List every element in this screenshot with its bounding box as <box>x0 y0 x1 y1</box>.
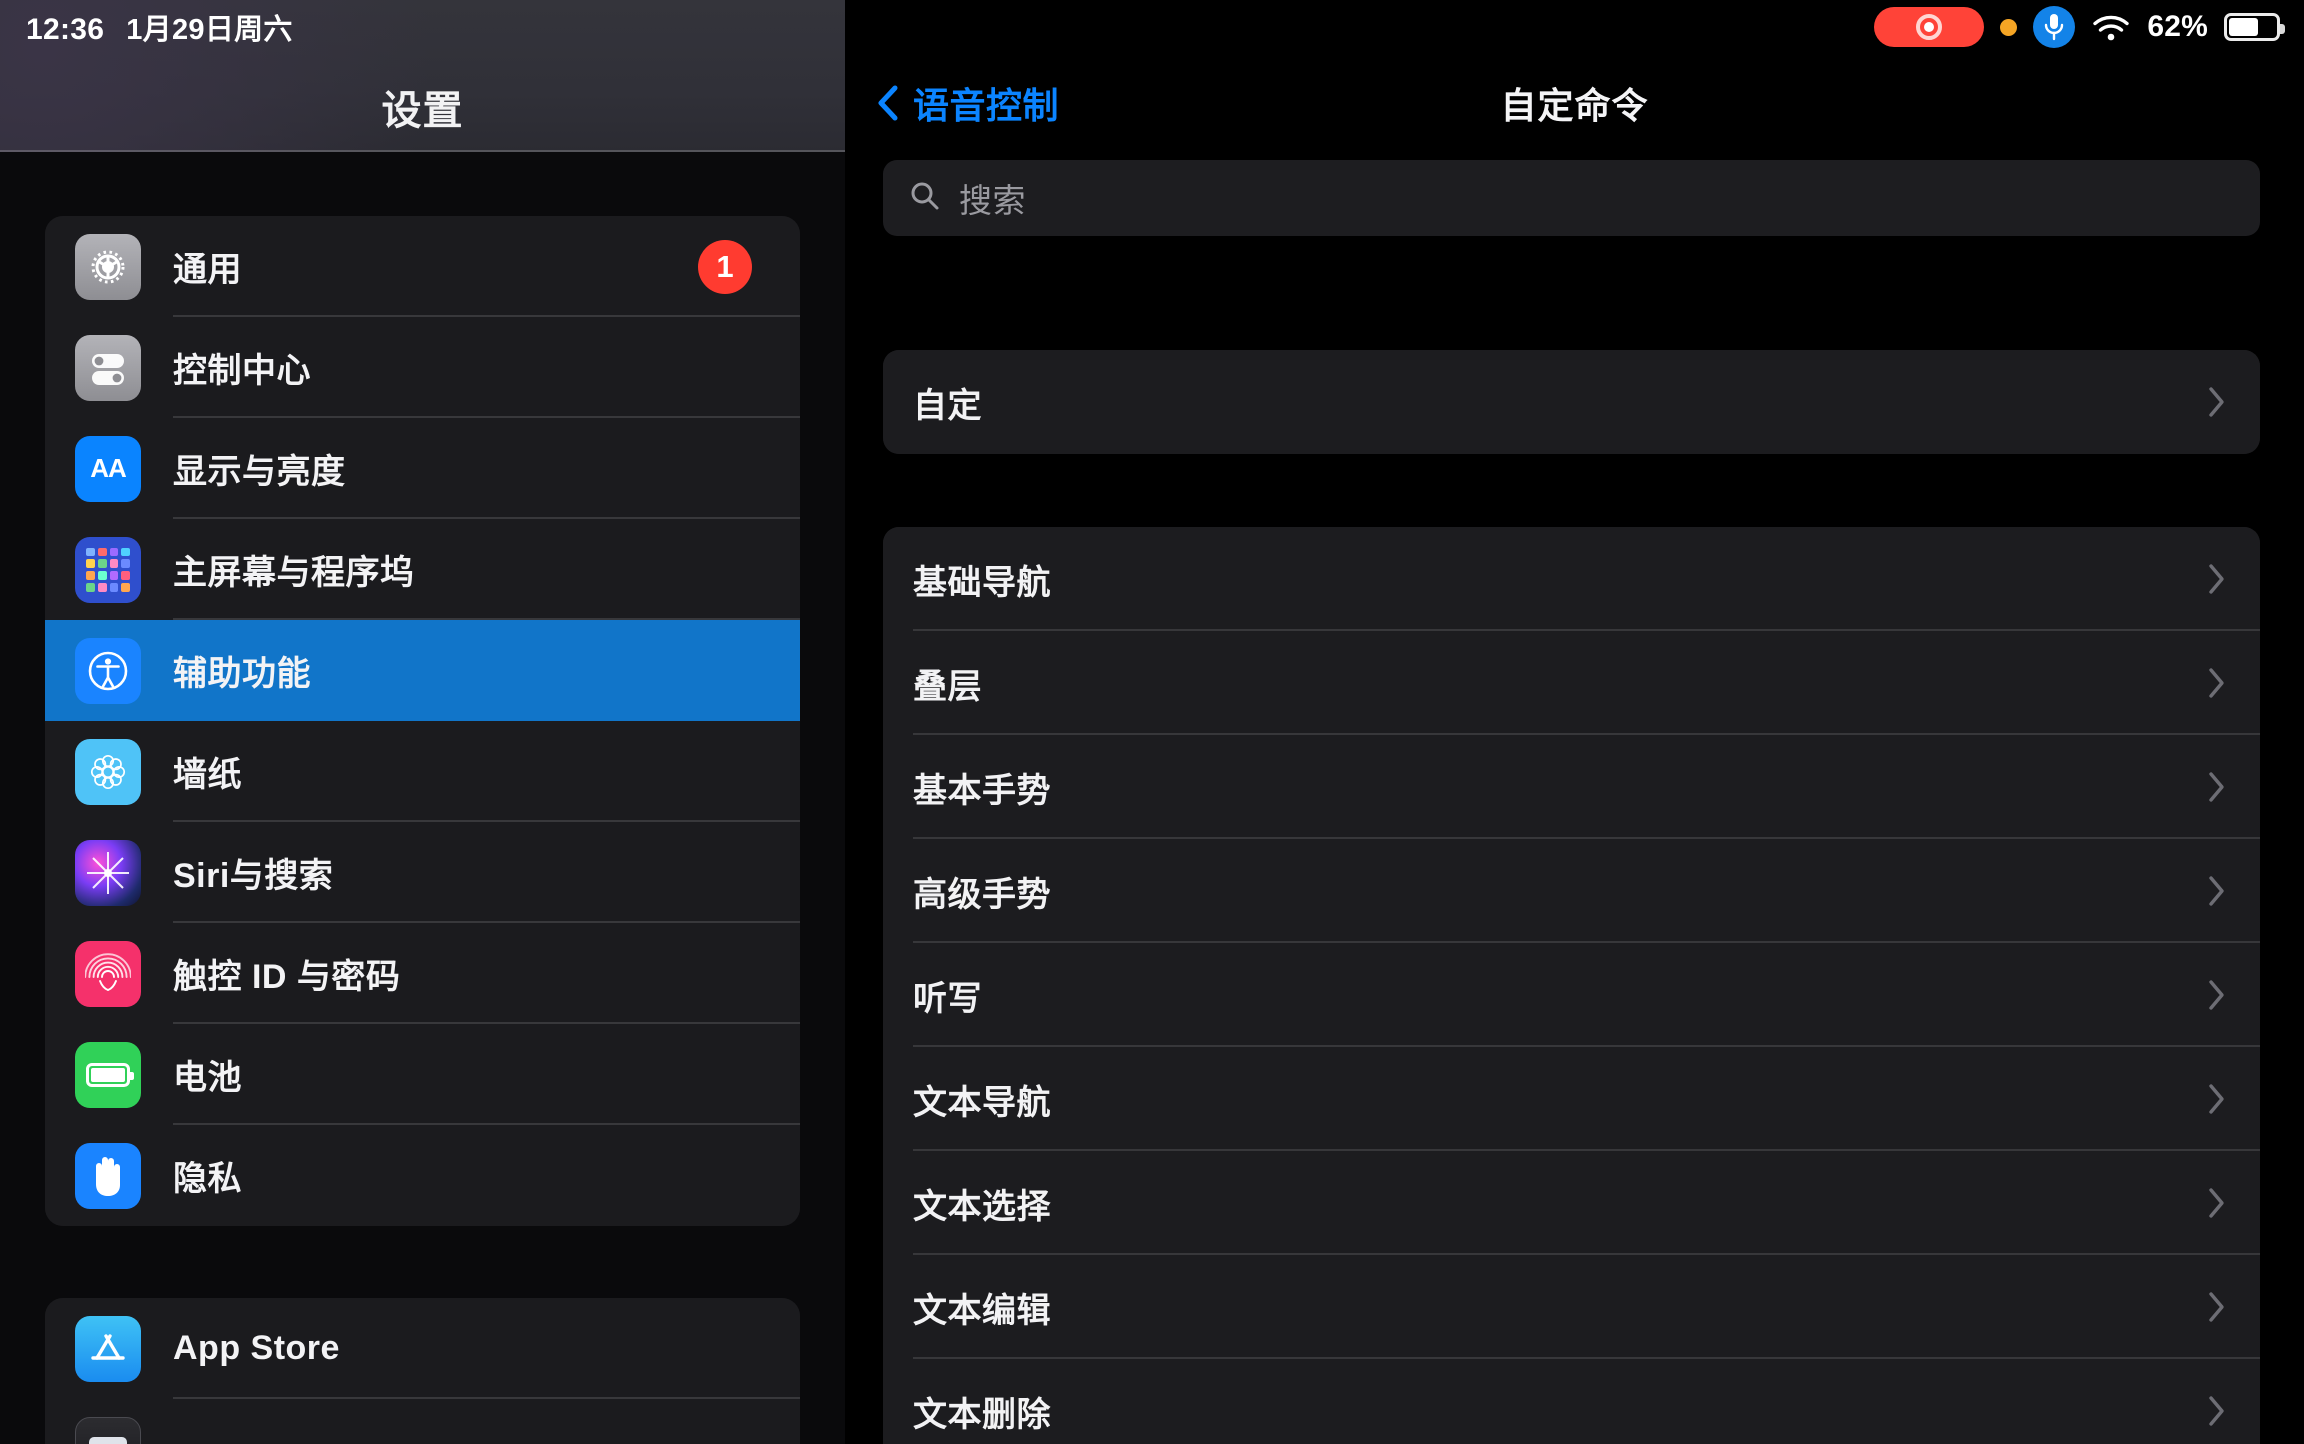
list-item-label: 听写 <box>913 979 982 1018</box>
list-item-基础导航[interactable]: 基础导航 <box>883 527 2260 631</box>
list-item-自定[interactable]: 自定 <box>883 350 2260 454</box>
privacy-hand-icon <box>75 1142 141 1209</box>
touch-id-icon <box>75 940 141 1007</box>
sidebar-title: 设置 <box>381 89 464 133</box>
sidebar-scroll-area[interactable]: 通用 1 控制中心 AA 显示与亮度主屏幕与程序坞 辅助功能墙纸 Siri与搜索触控 ID … <box>0 152 845 1444</box>
wallet-icon <box>75 1416 141 1444</box>
detail-panel: 语音控制 自定命令 搜索 自定 基础导航叠层基本手势高级手势听写文本导航文本选择… <box>845 0 2304 1444</box>
sidebar-group-apps: App Store <box>45 1298 800 1444</box>
sidebar-item-App Store[interactable]: App Store <box>45 1298 800 1399</box>
list-item-label: 基本手势 <box>913 771 1051 810</box>
list-item-文本导航[interactable]: 文本导航 <box>883 1047 2260 1151</box>
wallpaper-icon <box>75 738 141 805</box>
gear-icon <box>75 233 141 300</box>
search-icon <box>909 180 941 217</box>
custom-commands-card: 自定 <box>883 350 2260 454</box>
battery-icon <box>75 1041 141 1108</box>
sidebar-item-显示与亮度[interactable]: AA 显示与亮度 <box>45 418 800 519</box>
app-store-icon <box>75 1315 141 1382</box>
page-title: 自定命令 <box>1500 85 1649 126</box>
sidebar-header: 设置 <box>0 0 845 152</box>
sidebar-item-触控 ID 与密码[interactable]: 触控 ID 与密码 <box>45 923 800 1024</box>
list-item-文本选择[interactable]: 文本选择 <box>883 1151 2260 1255</box>
sidebar-item-墙纸[interactable]: 墙纸 <box>45 721 800 822</box>
list-item-基本手势[interactable]: 基本手势 <box>883 735 2260 839</box>
sidebar-item-隐私[interactable]: 隐私 <box>45 1125 800 1226</box>
search-bar[interactable]: 搜索 <box>883 160 2260 236</box>
chevron-right-icon <box>2208 1291 2226 1323</box>
ipad-settings-screen: 12:36 1月29日周六 62% 设置 通用 1 控制中心 AA 显示与亮度 … <box>0 0 2304 1444</box>
sidebar-item-label: 墙纸 <box>173 756 242 794</box>
sidebar-item-Siri与搜索[interactable]: Siri与搜索 <box>45 822 800 923</box>
sidebar-item-label: 主屏幕与程序坞 <box>173 554 415 592</box>
chevron-right-icon <box>2208 667 2226 699</box>
sidebar-item-label: 辅助功能 <box>173 655 311 693</box>
list-item-label: 文本导航 <box>913 1083 1051 1122</box>
sidebar-item-label: 控制中心 <box>173 352 311 390</box>
list-item-文本删除[interactable]: 文本删除 <box>883 1359 2260 1444</box>
list-item-文本编辑[interactable]: 文本编辑 <box>883 1255 2260 1359</box>
list-item-label: 文本编辑 <box>913 1291 1051 1330</box>
list-item-label: 文本删除 <box>913 1395 1051 1434</box>
sidebar-item-通用[interactable]: 通用 1 <box>45 216 800 317</box>
sidebar-item-wallet[interactable] <box>45 1399 800 1444</box>
control-center-icon <box>75 334 141 401</box>
list-item-label: 基础导航 <box>913 563 1051 602</box>
list-item-叠层[interactable]: 叠层 <box>883 631 2260 735</box>
chevron-right-icon <box>2208 1187 2226 1219</box>
sidebar-item-label: 隐私 <box>173 1160 242 1198</box>
sidebar-item-label: 通用 <box>173 251 242 289</box>
chevron-right-icon <box>2208 771 2226 803</box>
siri-icon <box>75 839 141 906</box>
sidebar-item-label: 显示与亮度 <box>173 453 346 491</box>
chevron-right-icon <box>2208 386 2226 418</box>
settings-sidebar: 设置 通用 1 控制中心 AA 显示与亮度主屏幕与程序坞 辅助功能墙纸 Siri与搜索触控 … <box>0 0 845 1444</box>
sidebar-group-system: 通用 1 控制中心 AA 显示与亮度主屏幕与程序坞 辅助功能墙纸 Siri与搜索触控 ID … <box>45 216 800 1226</box>
chevron-right-icon <box>2208 1395 2226 1427</box>
sidebar-item-label: 电池 <box>173 1059 242 1097</box>
display-brightness-icon: AA <box>75 435 141 502</box>
sidebar-item-label: 触控 ID 与密码 <box>173 958 401 996</box>
sidebar-item-主屏幕与程序坞[interactable]: 主屏幕与程序坞 <box>45 519 800 620</box>
accessibility-icon <box>75 637 141 704</box>
list-item-高级手势[interactable]: 高级手势 <box>883 839 2260 943</box>
list-item-label: 文本选择 <box>913 1187 1051 1226</box>
chevron-right-icon <box>2208 875 2226 907</box>
sidebar-item-label: Siri与搜索 <box>173 857 334 895</box>
chevron-right-icon <box>2208 1083 2226 1115</box>
list-item-label: 自定 <box>913 386 982 425</box>
search-placeholder: 搜索 <box>959 182 1026 219</box>
list-item-label: 高级手势 <box>913 875 1051 914</box>
sidebar-item-label: App Store <box>173 1329 340 1367</box>
list-item-听写[interactable]: 听写 <box>883 943 2260 1047</box>
chevron-right-icon <box>2208 979 2226 1011</box>
search-input[interactable]: 搜索 <box>883 160 2260 236</box>
sidebar-item-辅助功能[interactable]: 辅助功能 <box>45 620 800 721</box>
command-categories-card: 基础导航叠层基本手势高级手势听写文本导航文本选择文本编辑文本删除 <box>883 527 2260 1444</box>
chevron-right-icon <box>2208 563 2226 595</box>
home-screen-dock-icon <box>75 536 141 603</box>
sidebar-item-电池[interactable]: 电池 <box>45 1024 800 1125</box>
notification-badge: 1 <box>698 239 752 294</box>
detail-nav-bar: 语音控制 自定命令 <box>845 54 2304 152</box>
list-item-label: 叠层 <box>913 667 982 706</box>
sidebar-item-控制中心[interactable]: 控制中心 <box>45 317 800 418</box>
